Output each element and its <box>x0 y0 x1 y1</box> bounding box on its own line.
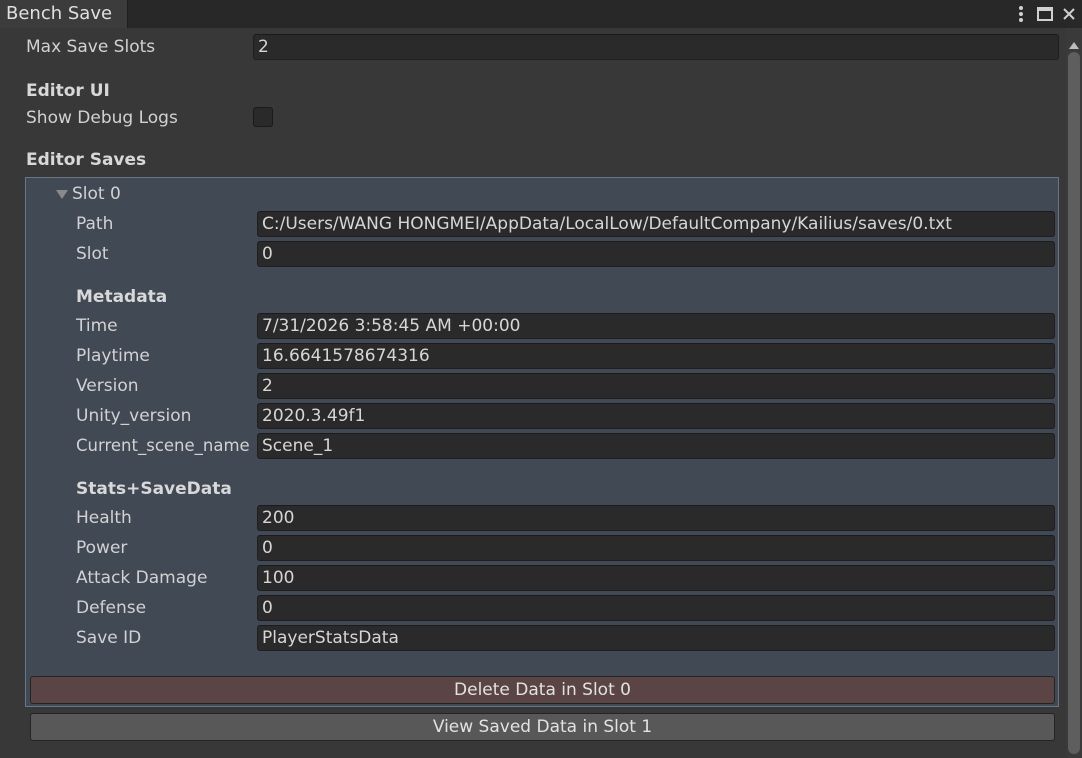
slot-0-foldout[interactable]: Slot 0 <box>56 182 121 206</box>
power-label: Power <box>76 538 128 558</box>
max-save-slots-label: Max Save Slots <box>26 37 156 57</box>
foldout-expanded-icon[interactable] <box>56 189 68 199</box>
slot-field[interactable]: 0 <box>257 241 1055 267</box>
attack-damage-field[interactable]: 100 <box>257 565 1055 591</box>
show-debug-logs-checkbox[interactable] <box>253 107 273 127</box>
attack-damage-label: Attack Damage <box>76 568 208 588</box>
unity-version-field[interactable]: 2020.3.49f1 <box>257 403 1055 429</box>
unity-version-label: Unity_version <box>76 406 192 426</box>
current-scene-name-label: Current_scene_name <box>76 436 250 455</box>
health-field[interactable]: 200 <box>257 505 1055 531</box>
defense-field[interactable]: 0 <box>257 595 1055 621</box>
max-save-slots-field[interactable]: 2 <box>253 34 1059 60</box>
metadata-header: Metadata <box>76 287 168 307</box>
version-label: Version <box>76 376 139 396</box>
power-field[interactable]: 0 <box>257 535 1055 561</box>
editor-ui-header: Editor UI <box>26 81 110 101</box>
title-bar: Bench Save <box>0 0 1082 28</box>
editor-saves-header: Editor Saves <box>26 150 147 170</box>
time-field[interactable]: 7/31/2026 3:58:45 AM +00:00 <box>257 313 1055 339</box>
view-slot-1-button[interactable]: View Saved Data in Slot 1 <box>30 713 1055 741</box>
more-vert-icon[interactable] <box>1012 3 1030 25</box>
health-label: Health <box>76 508 132 528</box>
version-field[interactable]: 2 <box>257 373 1055 399</box>
save-id-label: Save ID <box>76 628 142 648</box>
time-label: Time <box>76 316 118 336</box>
scrollbar-thumb[interactable] <box>1068 52 1080 754</box>
show-debug-logs-label: Show Debug Logs <box>26 108 178 128</box>
delete-slot-0-button[interactable]: Delete Data in Slot 0 <box>30 676 1055 704</box>
playtime-field[interactable]: 16.6641578674316 <box>257 343 1055 369</box>
window-controls <box>1012 0 1078 28</box>
scroll-up-icon[interactable] <box>1069 34 1079 49</box>
slot-0-foldout-label: Slot 0 <box>72 184 121 204</box>
stats-savedata-header: Stats+SaveData <box>76 479 232 499</box>
defense-label: Defense <box>76 598 147 618</box>
playtime-label: Playtime <box>76 346 150 366</box>
path-field[interactable]: C:/Users/WANG HONGMEI/AppData/LocalLow/D… <box>257 211 1055 237</box>
path-label: Path <box>76 214 114 234</box>
save-id-field[interactable]: PlayerStatsData <box>257 625 1055 651</box>
window-tab[interactable]: Bench Save <box>0 0 128 28</box>
current-scene-name-field[interactable]: Scene_1 <box>257 433 1055 459</box>
slot-label: Slot <box>76 244 109 264</box>
maximize-icon[interactable] <box>1036 3 1054 25</box>
close-icon[interactable] <box>1060 3 1078 25</box>
